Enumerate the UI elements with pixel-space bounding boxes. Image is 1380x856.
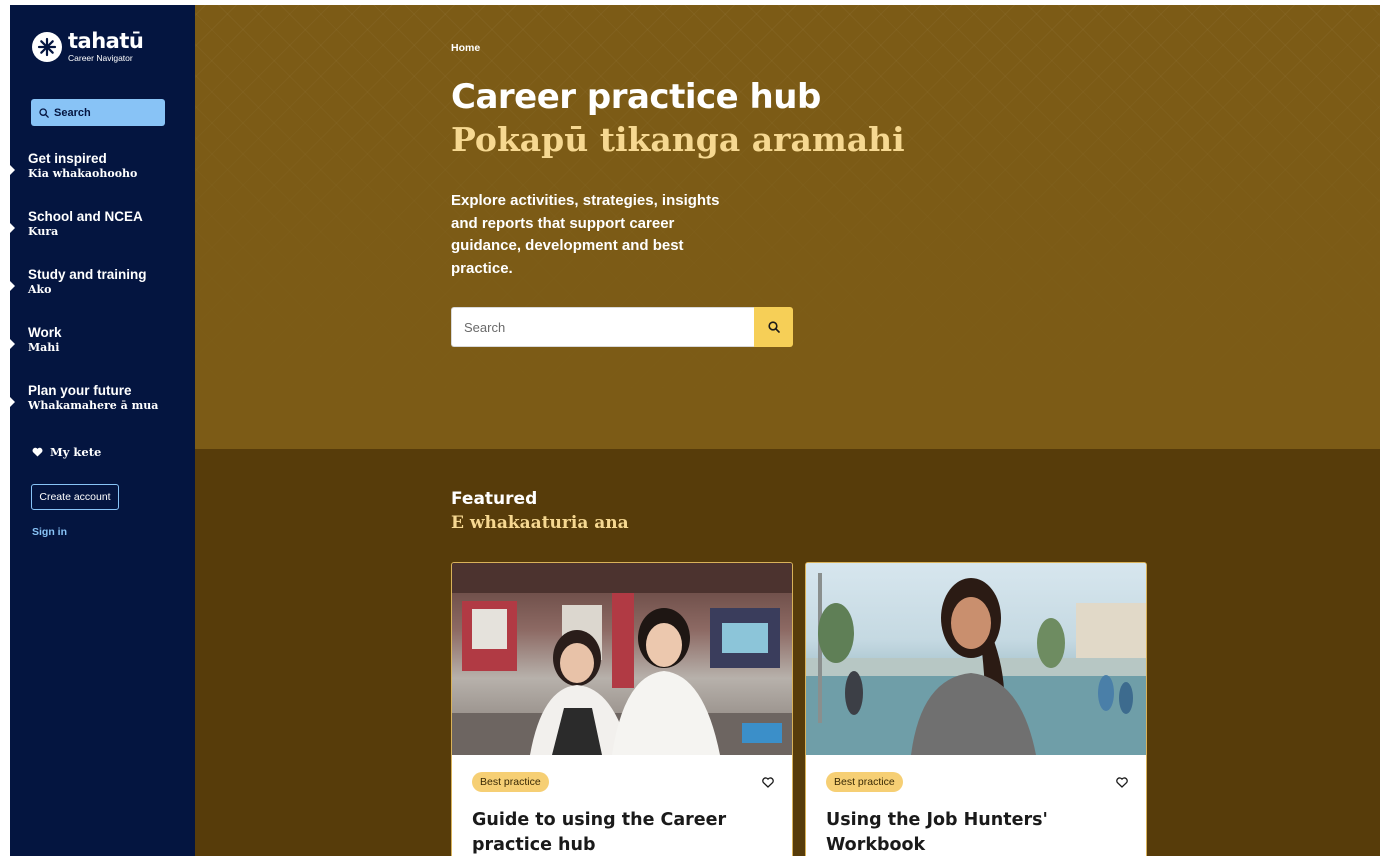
search-icon — [767, 321, 780, 333]
breadcrumb-home[interactable]: Home — [451, 42, 480, 54]
featured-heading: Featured — [451, 489, 538, 509]
main-nav: Get inspired Kia whakaohooho School and … — [10, 151, 195, 441]
heart-outline-icon[interactable] — [1116, 775, 1128, 793]
intro-text: Explore activities, strategies, insights… — [451, 192, 720, 277]
hub-search-input[interactable] — [451, 307, 754, 347]
card-title[interactable]: Guide to using the Career practice hub — [472, 808, 752, 856]
logo[interactable]: tahatū Career Navigator — [32, 29, 144, 63]
hub-search — [451, 307, 793, 347]
nav-item-plan-future[interactable]: Plan your future Whakamahere ā mua — [10, 383, 195, 441]
nav-item-study-training[interactable]: Study and training Ako — [10, 267, 195, 325]
card-tag: Best practice — [826, 772, 903, 792]
page-title: Career practice hub — [451, 77, 821, 117]
featured-section: Featured E whakaaturia ana Best practice… — [195, 449, 1380, 856]
card-tag: Best practice — [472, 772, 549, 792]
heart-outline-icon[interactable] — [762, 775, 774, 793]
sidebar-search-label: Search — [54, 106, 91, 119]
card-title[interactable]: Using the Job Hunters' Workbook — [826, 808, 1106, 856]
featured-card[interactable]: Best practice Guide to using the Career … — [451, 562, 793, 856]
page-title-maori: Pokapū tikanga aramahi — [451, 120, 905, 159]
star-logo-icon — [32, 31, 62, 62]
sign-in-link[interactable]: Sign in — [32, 526, 67, 538]
nav-item-school-ncea[interactable]: School and NCEA Kura — [10, 209, 195, 267]
card-image-students — [452, 563, 792, 755]
logo-name: tahatū — [68, 29, 144, 53]
nav-item-work[interactable]: Work Mahi — [10, 325, 195, 383]
my-kete-link[interactable]: My kete — [32, 445, 101, 459]
hero-banner: Home Career practice hub Pokapū tikanga … — [195, 5, 1380, 449]
logo-subtitle: Career Navigator — [68, 53, 133, 63]
featured-heading-maori: E whakaaturia ana — [451, 513, 629, 533]
sidebar-search-button[interactable]: Search — [31, 99, 165, 126]
search-icon — [39, 107, 49, 118]
nav-item-get-inspired[interactable]: Get inspired Kia whakaohooho — [10, 151, 195, 209]
featured-card[interactable]: Best practice Using the Job Hunters' Wor… — [805, 562, 1147, 856]
sidebar: tahatū Career Navigator Search Get inspi… — [10, 5, 195, 856]
heart-icon — [32, 447, 43, 457]
hub-search-button[interactable] — [754, 307, 793, 347]
card-image-netball-player — [806, 563, 1146, 755]
create-account-button[interactable]: Create account — [31, 484, 119, 510]
